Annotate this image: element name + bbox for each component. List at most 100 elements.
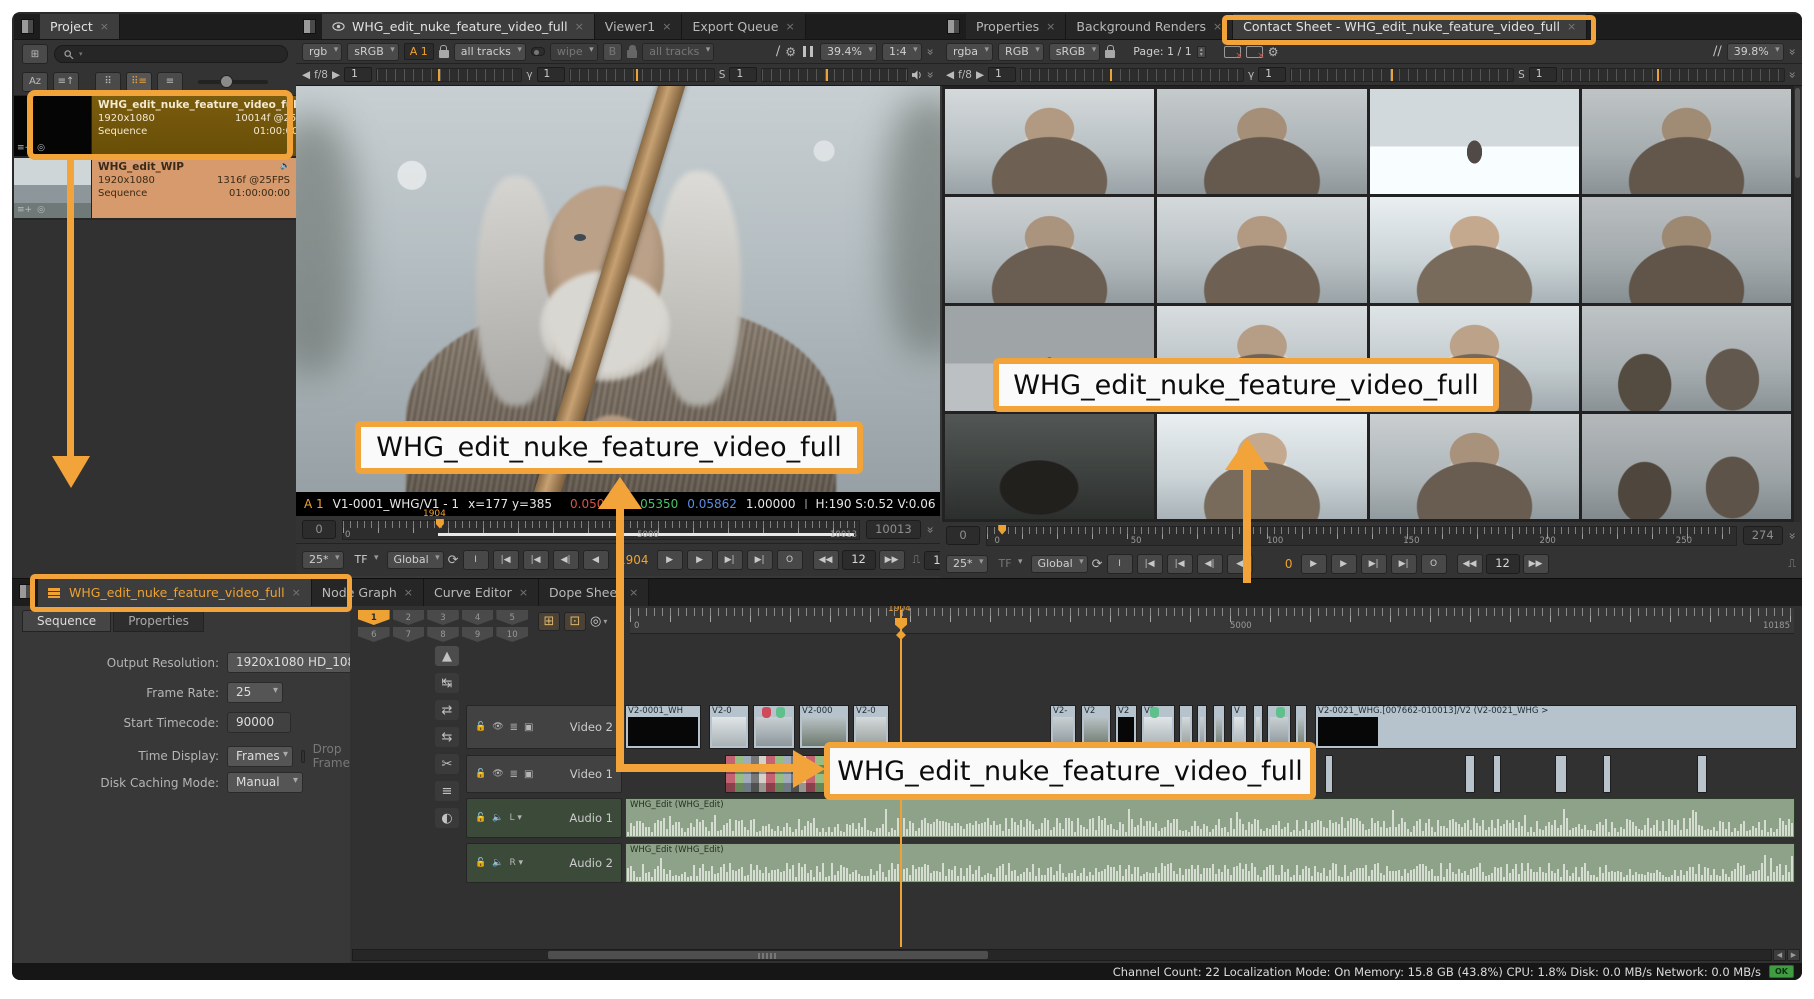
- subtab-properties[interactable]: Properties: [113, 610, 204, 632]
- step-forward-button[interactable]: ▶|: [1391, 554, 1417, 574]
- in-frame-box[interactable]: 0: [946, 526, 980, 545]
- timeline-clip[interactable]: [1465, 755, 1475, 793]
- view-detail-button[interactable]: ⠿≡: [126, 72, 152, 92]
- skip-back-button[interactable]: ◀◀: [1457, 554, 1483, 574]
- project-item[interactable]: ≡+◎WHG_edit_WIP🔈1920x10801316f @25FPSSeq…: [14, 158, 296, 220]
- slider-knob[interactable]: [220, 75, 233, 88]
- eye-icon[interactable]: 👁: [492, 722, 503, 732]
- slider-notch[interactable]: [438, 69, 440, 81]
- timeline-clip[interactable]: [1603, 755, 1611, 793]
- collapse-chevrons-icon[interactable]: »: [1787, 48, 1797, 55]
- lock-icon[interactable]: 🔓: [475, 722, 486, 732]
- saturation-value[interactable]: 1: [1529, 67, 1557, 82]
- eye-icon[interactable]: 👁: [492, 769, 503, 779]
- out-frame-box[interactable]: 10013: [866, 520, 921, 539]
- thumbnail-view-button[interactable]: ⊡: [564, 612, 586, 631]
- display-select[interactable]: RGB: [998, 43, 1044, 61]
- gain-value[interactable]: 1: [988, 67, 1016, 82]
- close-icon[interactable]: ×: [629, 586, 638, 599]
- lock-icon[interactable]: 🔓: [475, 769, 486, 779]
- playback-range-select[interactable]: Global: [387, 551, 444, 569]
- fps-select[interactable]: 25*: [302, 551, 344, 569]
- loop-icon[interactable]: ⟳: [1092, 557, 1103, 572]
- audio-clip[interactable]: WHG_Edit (WHG_Edit): [625, 843, 1795, 883]
- contact-sheet-thumbnail[interactable]: [1582, 414, 1791, 519]
- contact-sheet-thumbnail[interactable]: [1582, 306, 1791, 411]
- tracks-b-select[interactable]: all tracks: [642, 43, 714, 61]
- step-forward-button[interactable]: ▶: [1301, 554, 1327, 574]
- multi-tool-button[interactable]: ▲: [435, 646, 459, 666]
- input-a-badge[interactable]: A 1: [404, 43, 434, 60]
- current-frame-display[interactable]: 0: [1257, 557, 1297, 571]
- wipe-toggle[interactable]: [531, 47, 545, 56]
- track-header-audio-1[interactable]: 🔓🔈L ▾Audio 1: [466, 798, 622, 838]
- marker-badge-2[interactable]: 2: [393, 610, 425, 625]
- step-forward-button[interactable]: ▶|: [717, 550, 743, 570]
- timeline-clip[interactable]: V2-0: [709, 705, 749, 749]
- gain-slider[interactable]: [1020, 68, 1244, 82]
- field-select[interactable]: 25: [227, 682, 283, 703]
- track-header-video-1[interactable]: 🔓👁≣▣Video 1: [466, 755, 622, 793]
- close-icon[interactable]: ×: [662, 20, 671, 33]
- tab-background-renders[interactable]: Background Renders×: [1066, 14, 1233, 39]
- next-fstop-icon[interactable]: ▶: [332, 69, 340, 81]
- prev-fstop-icon[interactable]: ◀: [302, 69, 310, 81]
- frame-increment-box[interactable]: 12: [842, 550, 876, 570]
- field-select[interactable]: Manual: [227, 772, 303, 793]
- gear-icon[interactable]: ⚙: [1268, 45, 1279, 59]
- tab-export-queue[interactable]: Export Queue×: [682, 14, 805, 39]
- export-flag-icon[interactable]: ⎍: [913, 553, 921, 567]
- close-icon[interactable]: ×: [785, 20, 794, 33]
- scroll-right-button[interactable]: ▶: [1787, 949, 1800, 961]
- tab-whg-edit-nuke-feature-video-full[interactable]: WHG_edit_nuke_feature_video_full×: [322, 14, 595, 39]
- proxy-ratio-select[interactable]: 1:4: [882, 43, 922, 61]
- roi-icon[interactable]: ∕: [776, 44, 780, 59]
- pane-icon[interactable]: [21, 19, 34, 34]
- gain-value[interactable]: 1: [344, 67, 372, 82]
- close-icon[interactable]: ×: [100, 20, 109, 33]
- timeline-clip[interactable]: [1493, 755, 1501, 793]
- pane-icon[interactable]: [303, 19, 316, 34]
- snapshot-add-icon[interactable]: [1224, 46, 1241, 58]
- step-back-button[interactable]: |◀: [523, 550, 549, 570]
- slider-notch[interactable]: [1391, 69, 1393, 81]
- mark-in-button[interactable]: I: [1107, 554, 1133, 574]
- step-back-button[interactable]: |◀: [493, 550, 519, 570]
- step-forward-button[interactable]: ▶: [657, 550, 683, 570]
- close-icon[interactable]: ×: [519, 586, 528, 599]
- marker-badge-7[interactable]: 7: [393, 627, 425, 642]
- field-select[interactable]: Frames: [227, 746, 293, 767]
- tab-viewer1[interactable]: Viewer1×: [595, 14, 683, 39]
- step-back-button[interactable]: ◀: [583, 550, 609, 570]
- timeline-ruler[interactable]: 0 5000 10185: [630, 608, 1794, 634]
- tab-curve-editor[interactable]: Curve Editor×: [424, 579, 539, 606]
- drop-frame-checkbox[interactable]: [301, 750, 305, 763]
- zoom-select[interactable]: 39.4%: [820, 43, 877, 61]
- marker-badge-5[interactable]: 5: [496, 610, 528, 625]
- track-header-audio-2[interactable]: 🔓🔈R ▾Audio 2: [466, 843, 622, 883]
- close-icon[interactable]: ×: [404, 586, 413, 599]
- step-forward-button[interactable]: ▶: [1331, 554, 1357, 574]
- contact-sheet-thumbnail[interactable]: [945, 414, 1154, 519]
- lock-icon[interactable]: [627, 50, 637, 58]
- layers-icon[interactable]: ≣: [510, 722, 518, 733]
- gamma-slider[interactable]: [569, 68, 715, 82]
- slider-notch[interactable]: [636, 69, 638, 81]
- wipe-mode-select[interactable]: wipe: [550, 43, 598, 61]
- export-flag-icon[interactable]: ⎍: [1788, 557, 1796, 571]
- skip-back-button[interactable]: ◀◀: [813, 550, 839, 570]
- saturation-value[interactable]: 1: [729, 67, 757, 82]
- gain-slider[interactable]: [376, 68, 522, 82]
- search-input[interactable]: ▾: [54, 45, 288, 63]
- tab-project[interactable]: Project ×: [40, 14, 120, 39]
- mask-icon[interactable]: ▣: [524, 722, 533, 733]
- sort-order-button[interactable]: ≡↑: [53, 72, 79, 92]
- close-icon[interactable]: ×: [1213, 20, 1222, 33]
- slip-tool-button[interactable]: ⇄: [435, 700, 459, 720]
- channel-select[interactable]: rgba: [946, 43, 993, 61]
- skip-forward-button[interactable]: ▶▶: [879, 550, 905, 570]
- speaker-icon[interactable]: [912, 70, 923, 80]
- timeline-clip[interactable]: [753, 705, 795, 749]
- channel-select[interactable]: R ▾: [509, 858, 523, 868]
- marker-badge-4[interactable]: 4: [462, 610, 494, 625]
